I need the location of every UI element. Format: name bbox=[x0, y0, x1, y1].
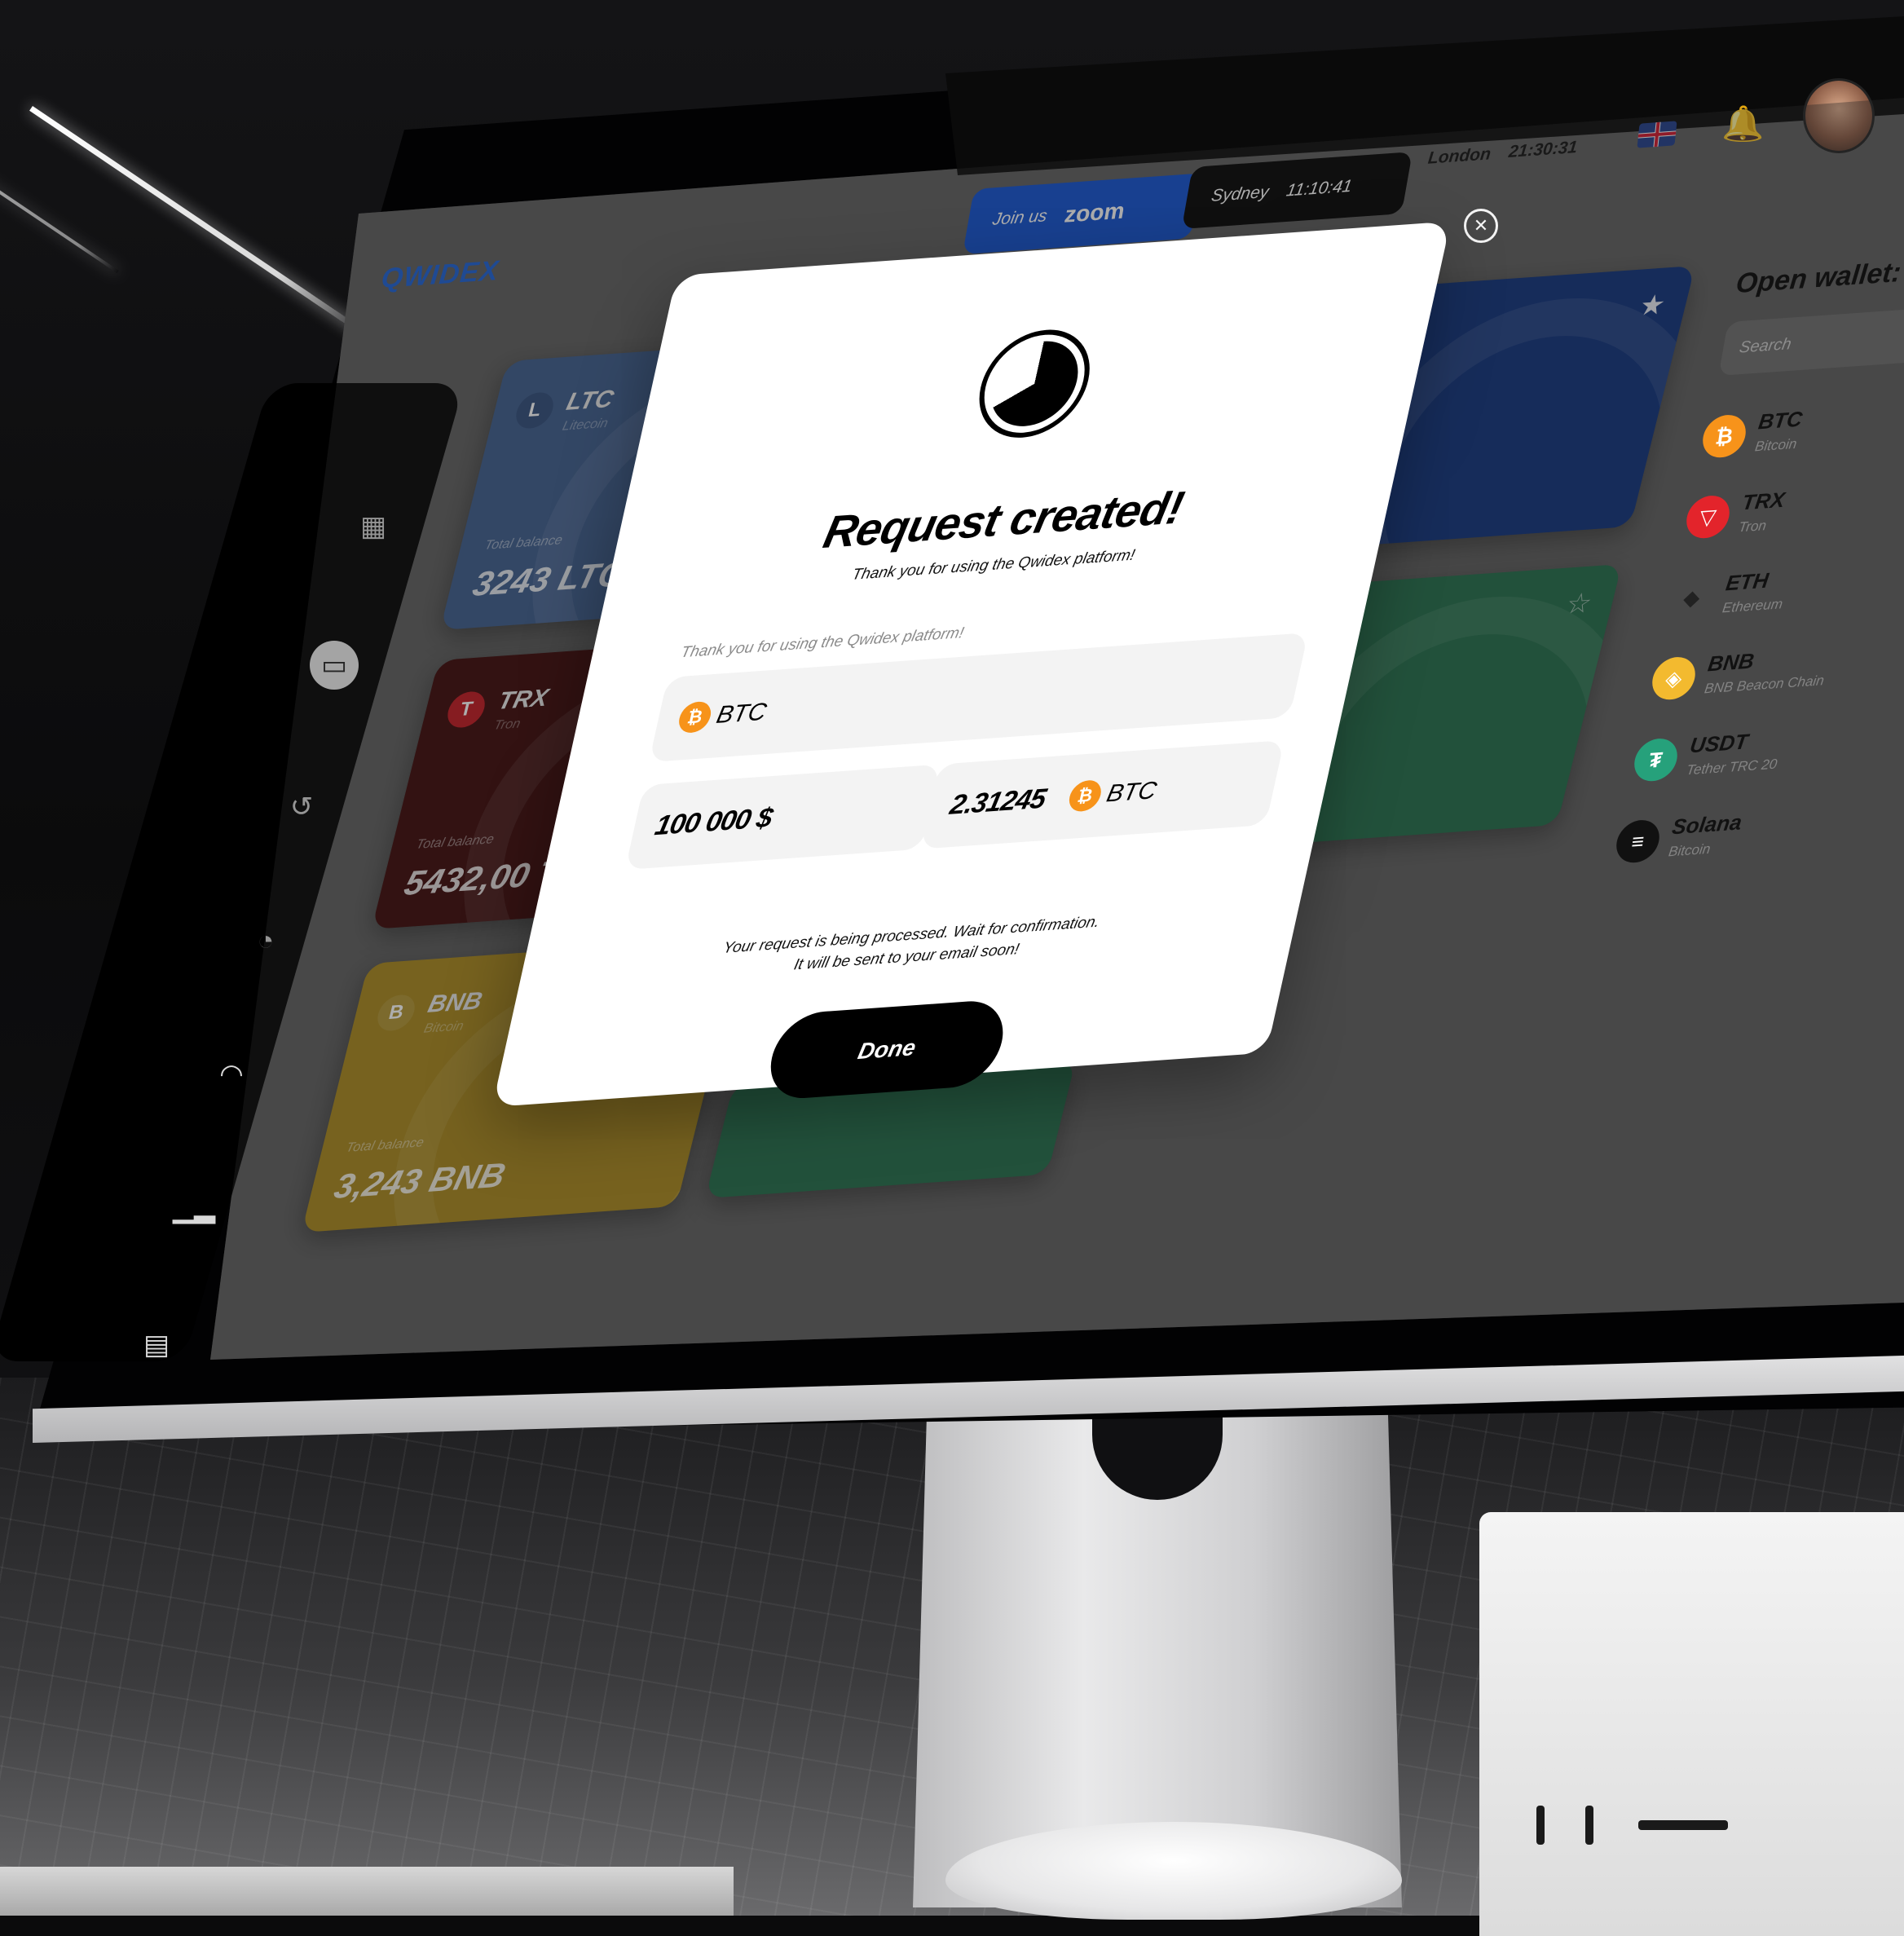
port-icon bbox=[1585, 1806, 1593, 1845]
wallet-name: Bitcoin bbox=[1667, 840, 1712, 860]
wallet-symbol: USDT bbox=[1688, 729, 1750, 758]
port-icon bbox=[1536, 1806, 1545, 1845]
bnb-icon: ◈ bbox=[1649, 655, 1699, 701]
wallet-name: BNB Beacon Chain bbox=[1703, 673, 1826, 697]
wallet-name: Bitcoin bbox=[1753, 435, 1798, 455]
close-modal-icon[interactable]: ✕ bbox=[1464, 209, 1498, 243]
bar-chart-icon[interactable]: ▁▂ bbox=[170, 1184, 218, 1233]
bitcoin-icon: ₿ bbox=[1066, 779, 1104, 813]
modal-field-label: Thank you for using the Qwidex platform! bbox=[679, 624, 966, 662]
keyboard bbox=[0, 1867, 734, 1916]
media-icon[interactable]: ▤ bbox=[132, 1321, 181, 1369]
tron-icon: ▽ bbox=[1683, 494, 1733, 540]
wallet-name: Tron bbox=[1737, 518, 1768, 536]
wallet-symbol: TRX bbox=[1740, 487, 1787, 515]
desktop-computer bbox=[1479, 1512, 1904, 1936]
crypto-amount-field[interactable]: 2.31245 ₿ BTC bbox=[919, 740, 1285, 849]
bitcoin-icon: ₿ bbox=[1699, 413, 1749, 459]
processing-note: Your request is being processed. Wait fo… bbox=[517, 898, 1301, 996]
wallet-symbol: BTC bbox=[1756, 406, 1805, 434]
currency-label: BTC bbox=[714, 698, 769, 729]
wallet-symbol: Solana bbox=[1670, 809, 1743, 840]
crypto-currency-label: BTC bbox=[1104, 777, 1160, 808]
crypto-amount: 2.31245 bbox=[947, 783, 1049, 821]
wallet-name: Ethereum bbox=[1721, 596, 1784, 616]
wallet-name: Tether TRC 20 bbox=[1685, 756, 1778, 778]
wallet-symbol: ETH bbox=[1724, 567, 1770, 596]
fiat-amount-field[interactable]: 100 000 $ bbox=[624, 764, 941, 871]
solana-icon: ≡ bbox=[1613, 818, 1663, 864]
ethereum-icon: ◆ bbox=[1681, 584, 1702, 611]
wallet-symbol: BNB bbox=[1706, 648, 1756, 677]
tether-icon: ₮ bbox=[1631, 737, 1681, 783]
fiat-amount: 100 000 $ bbox=[652, 801, 775, 841]
clock-icon bbox=[968, 326, 1100, 442]
card-slot-icon bbox=[1638, 1820, 1728, 1830]
bitcoin-icon: ₿ bbox=[676, 700, 714, 734]
